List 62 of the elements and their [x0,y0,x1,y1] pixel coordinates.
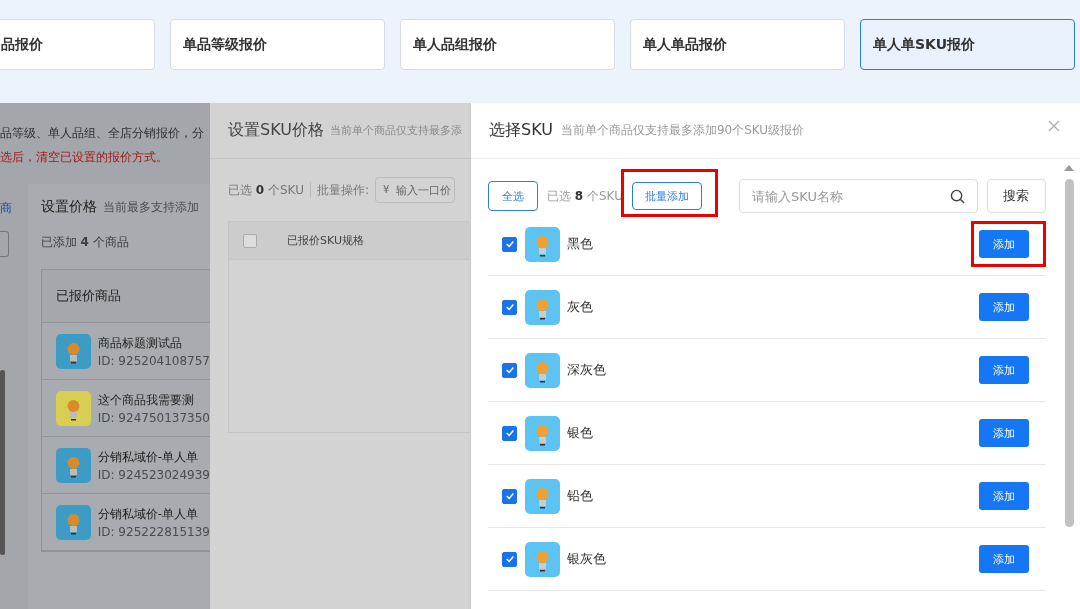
check-icon [504,302,515,312]
warning-text: 选后，清空已设置的报价方式。 [0,149,169,166]
product-id: ID: 925204108757 [97,353,210,368]
product-id: ID: 925222815139 [97,524,210,539]
tab[interactable]: 单人单SKU报价 [860,19,1075,70]
currency-symbol: ¥ [383,184,390,195]
sku-name: 灰色 [567,298,593,316]
sku-name: 银色 [567,424,593,442]
add-button[interactable]: 添加 [979,293,1029,321]
checkbox[interactable] [502,488,517,504]
add-button[interactable]: 添加 [979,230,1029,258]
column-header: 已报价商品 [41,270,210,323]
add-button[interactable]: 添加 [979,419,1029,447]
checkbox[interactable] [243,233,257,248]
drawer-title: 设置SKU价格 [228,120,324,141]
tab[interactable]: 单人单品报价 [630,19,845,70]
product-id: ID: 924750137350 [97,410,210,425]
check-icon [504,428,515,438]
batch-add-button[interactable]: 批量添加 [631,182,702,210]
selected-count: 已选 0 个SKU [228,181,304,199]
close-icon[interactable] [1048,119,1060,132]
tab[interactable]: 单品等级报价 [170,19,385,70]
scroll-up-icon[interactable] [1064,165,1074,171]
check-icon [504,239,515,249]
sku-name: 银灰色 [567,550,606,568]
side-link[interactable]: 商 [0,200,14,217]
card-hint: 当前最多支持添加 [102,199,199,216]
product-name: 商品标题测试品 [97,334,183,352]
tab[interactable]: 品报价 [0,19,155,70]
select-all-button[interactable]: 全选 [488,181,538,211]
checkbox[interactable] [502,551,517,567]
side-field[interactable] [0,231,9,257]
search-field[interactable]: 请输入SKU名称 [738,179,978,213]
add-button[interactable]: 添加 [979,356,1029,384]
column-header: 已报价SKU规格 [287,233,364,248]
add-button[interactable]: 添加 [979,482,1029,510]
search-icon[interactable] [949,189,965,204]
sku-name: 黑色 [567,235,593,253]
checkbox[interactable] [502,425,517,441]
check-icon [504,365,515,375]
product-count: 已添加 4 个商品 [40,234,130,251]
product-name: 这个商品我需要测 [97,391,195,409]
sku-name: 铅色 [567,487,593,505]
notice-text: 品等级、单人品组、全店分销报价，分 [0,125,205,142]
card-title: 设置价格 [40,198,97,216]
check-icon [504,491,515,501]
drawer-hint: 当前单个商品仅支持最多添加90个SKU级报价 [560,122,805,139]
product-id: ID: 924523024939 [97,467,210,482]
checkbox[interactable] [502,236,517,252]
search-button[interactable]: 搜索 [986,179,1046,213]
tab[interactable]: 单人品组报价 [400,19,615,70]
product-name: 分销私域价-单人单 [97,505,200,523]
add-button[interactable]: 添加 [979,545,1029,573]
check-icon [504,554,515,564]
sku-name: 深灰色 [567,361,606,379]
checkbox[interactable] [502,299,517,315]
checkbox[interactable] [502,362,517,378]
batch-label: 批量操作: [316,181,369,199]
drawer-hint: 当前单个商品仅支持最多添 [329,123,462,138]
product-name: 分销私域价-单人单 [97,448,200,466]
drawer-title: 选择SKU [489,120,553,141]
scrollbar[interactable] [0,370,5,555]
